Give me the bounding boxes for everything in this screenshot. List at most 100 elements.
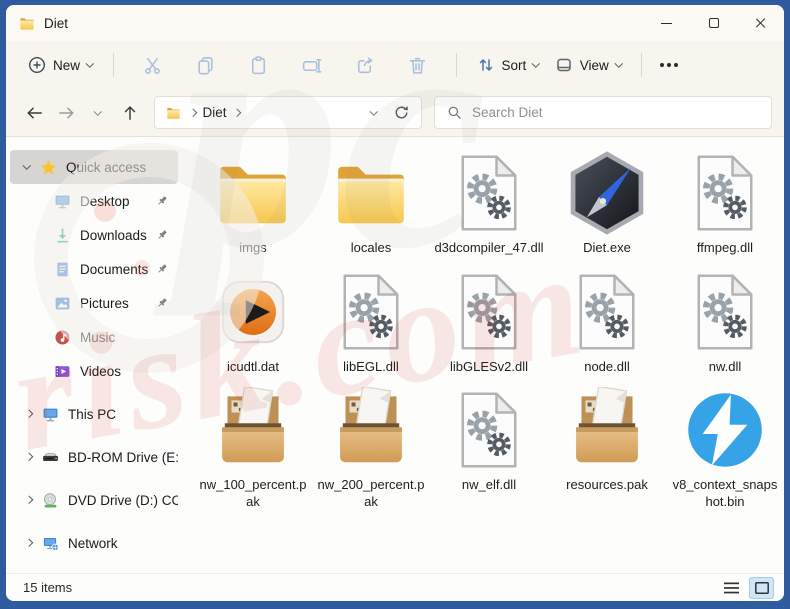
refresh-button[interactable] <box>392 103 411 122</box>
sidebar-item-pictures[interactable]: Pictures <box>10 286 178 320</box>
copy-icon <box>197 56 213 74</box>
sidebar-item-this-pc[interactable]: This PC <box>10 397 178 431</box>
paste-button[interactable] <box>242 50 275 81</box>
file-item[interactable]: nw_200_percent.pak <box>312 384 430 510</box>
file-item[interactable]: libGLESv2.dll <box>430 266 548 376</box>
share-button[interactable] <box>348 50 381 81</box>
large-icons-view-icon <box>754 581 769 594</box>
pin-icon <box>156 195 168 207</box>
large-icons-view-button[interactable] <box>749 576 774 599</box>
file-item[interactable]: libEGL.dll <box>312 266 430 376</box>
chevron-right-icon <box>25 496 33 504</box>
file-item[interactable]: ffmpeg.dll <box>666 147 784 257</box>
file-item[interactable]: icudtl.dat <box>194 266 312 376</box>
exe-file-icon <box>564 147 650 239</box>
copy-button[interactable] <box>189 50 222 81</box>
sidebar-item-label: Videos <box>80 363 122 379</box>
expander-chevron[interactable] <box>22 410 36 418</box>
trash-icon <box>409 57 425 74</box>
toolbar-divider <box>112 53 114 77</box>
forward-arrow-icon <box>58 106 73 119</box>
navigation-pane: Quick access Desktop Downloads Documents <box>6 137 184 573</box>
share-icon <box>357 56 372 73</box>
view-button-label: View <box>579 57 609 73</box>
maximize-button[interactable] <box>690 5 737 41</box>
cut-button[interactable] <box>136 50 169 81</box>
pictures-icon <box>54 295 71 312</box>
rename-button[interactable] <box>295 50 328 81</box>
title-bar[interactable]: Diet <box>6 5 784 41</box>
delete-button[interactable] <box>401 50 434 81</box>
pak-file-icon <box>210 384 296 476</box>
pin-icon <box>156 297 168 309</box>
sidebar-item-dvd-drive[interactable]: DVD Drive (D:) CCCC <box>10 483 178 517</box>
search-input[interactable] <box>472 105 759 120</box>
file-item[interactable]: resources.pak <box>548 384 666 510</box>
window-body: Quick access Desktop Downloads Documents <box>6 137 784 573</box>
file-name: node.dll <box>584 358 630 374</box>
expander-chevron[interactable] <box>22 539 36 547</box>
file-item[interactable]: node.dll <box>548 266 666 376</box>
expander-chevron[interactable] <box>22 496 36 504</box>
chevron-right-icon[interactable] <box>188 108 197 117</box>
breadcrumb[interactable]: Diet <box>154 96 422 129</box>
address-dropdown-icon[interactable] <box>369 107 378 115</box>
sidebar-item-videos[interactable]: Videos <box>10 354 178 388</box>
file-name: resources.pak <box>566 477 648 493</box>
file-grid: imgs locales d3dcompiler_47.dll Diet.exe… <box>184 137 784 573</box>
sort-button-label: Sort <box>501 57 527 73</box>
close-icon <box>755 17 767 29</box>
new-button[interactable]: New <box>20 50 101 80</box>
file-name: v8_context_snapshot.bin <box>672 477 778 509</box>
minimize-icon <box>661 22 672 24</box>
back-button[interactable] <box>18 97 50 129</box>
file-item[interactable]: nw.dll <box>666 266 784 376</box>
star-icon <box>40 159 57 176</box>
list-view-icon <box>724 582 739 593</box>
sidebar-item-label: Desktop <box>80 193 130 209</box>
sidebar-item-quick-access[interactable]: Quick access <box>10 150 178 184</box>
status-bar: 15 items <box>6 573 784 601</box>
dat-file-icon <box>211 266 295 358</box>
more-options-button[interactable] <box>654 58 686 72</box>
ellipsis-icon <box>660 63 665 67</box>
view-button[interactable]: View <box>547 50 630 80</box>
file-item[interactable]: imgs <box>194 147 312 257</box>
network-icon <box>42 535 59 552</box>
sidebar-item-network[interactable]: Network <box>10 526 178 560</box>
view-toggles <box>714 576 774 599</box>
sort-button[interactable]: Sort <box>469 50 547 80</box>
sidebar-item-documents[interactable]: Documents <box>10 252 178 286</box>
chevron-right-icon[interactable] <box>232 108 241 117</box>
file-item[interactable]: nw_elf.dll <box>430 384 548 510</box>
breadcrumb-item[interactable]: Diet <box>203 105 227 120</box>
sidebar-item-downloads[interactable]: Downloads <box>10 218 178 252</box>
sidebar-item-bd-rom[interactable]: BD-ROM Drive (E:) C <box>10 440 178 474</box>
window-title: Diet <box>44 15 69 31</box>
file-item[interactable]: locales <box>312 147 430 257</box>
recent-locations-button[interactable] <box>82 97 114 129</box>
sidebar-item-label: Downloads <box>80 227 147 243</box>
dll-file-icon <box>685 147 765 239</box>
download-icon <box>54 227 71 244</box>
file-item[interactable]: d3dcompiler_47.dll <box>430 147 548 257</box>
chevron-right-icon <box>25 410 33 418</box>
minimize-button[interactable] <box>643 5 690 41</box>
dll-file-icon <box>685 266 765 358</box>
sidebar-item-music[interactable]: Music <box>10 320 178 354</box>
close-button[interactable] <box>737 5 784 41</box>
folder-icon <box>327 147 415 239</box>
pak-file-icon <box>328 384 414 476</box>
forward-button[interactable] <box>50 97 82 129</box>
expander-chevron[interactable] <box>20 161 34 170</box>
expander-chevron[interactable] <box>22 453 36 461</box>
file-name: imgs <box>239 240 267 255</box>
file-item[interactable]: Diet.exe <box>548 147 666 257</box>
file-item[interactable]: v8_context_snapshot.bin <box>666 384 784 510</box>
sidebar-item-desktop[interactable]: Desktop <box>10 184 178 218</box>
search-box[interactable] <box>434 96 772 129</box>
up-button[interactable] <box>114 97 146 129</box>
list-view-button[interactable] <box>719 577 744 599</box>
file-item[interactable]: nw_100_percent.pak <box>194 384 312 510</box>
scissors-icon <box>144 57 160 74</box>
